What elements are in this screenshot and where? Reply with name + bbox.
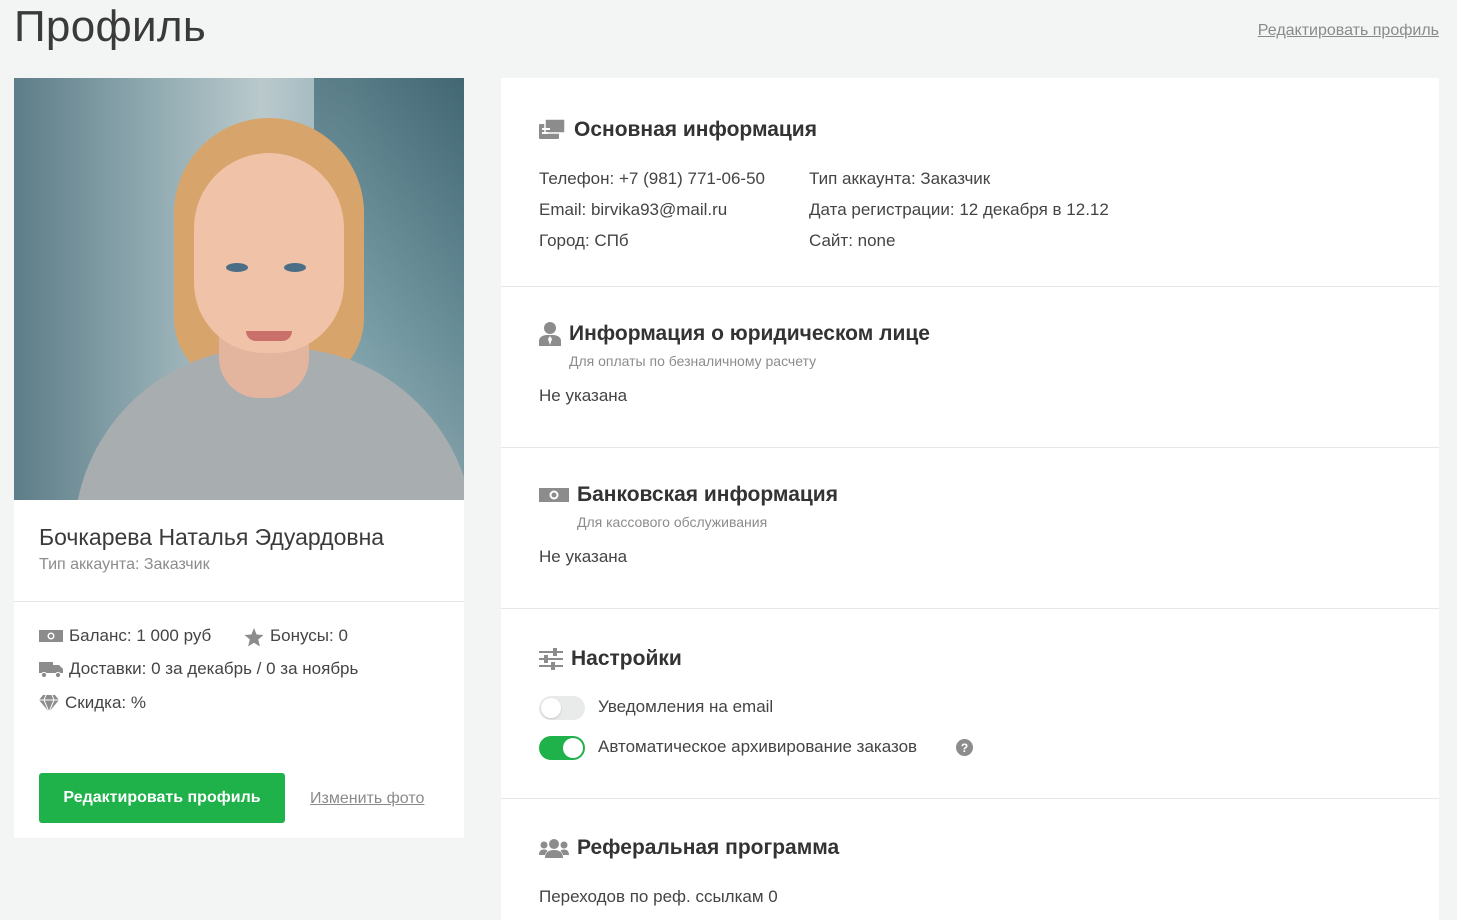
settings-title: Настройки — [539, 647, 682, 671]
sliders-icon — [539, 648, 563, 670]
change-photo-link[interactable]: Изменить фото — [310, 790, 424, 808]
bank-info-subtitle: Для кассового обслуживания — [577, 514, 768, 530]
diamond-icon — [39, 694, 59, 714]
email-notifications-toggle[interactable] — [539, 696, 585, 720]
user-tie-icon — [539, 322, 561, 346]
discount-text: Скидка: % — [65, 693, 146, 712]
profile-account-type: Тип аккаунта: Заказчик — [39, 556, 210, 573]
edit-profile-link[interactable]: Редактировать профиль — [1258, 22, 1439, 40]
legal-info-section: Информация о юридическом лице Для оплаты… — [501, 287, 1439, 448]
registration-date-text: Дата регистрации: 12 декабря в 12.12 — [809, 200, 1109, 219]
referral-section: Реферальная программа Переходов по реф. … — [501, 799, 1439, 920]
money-icon — [539, 486, 569, 504]
profile-name: Бочкарева Наталья Эдуардовна — [39, 524, 385, 550]
profile-details-panel: Основная информация Телефон: +7 (981) 77… — [501, 78, 1439, 920]
legal-info-title: Информация о юридическом лице — [539, 322, 930, 346]
legal-info-title-text: Информация о юридическом лице — [569, 322, 930, 345]
email-notifications-label: Уведомления на email — [598, 697, 774, 716]
bank-info-title-text: Банковская информация — [577, 483, 838, 506]
bank-info-section: Банковская информация Для кассового обсл… — [501, 448, 1439, 609]
bonuses-stat: Бонусы: 0 — [244, 626, 348, 647]
account-type-text: Тип аккаунта: Заказчик — [809, 169, 991, 188]
basic-info-title: Основная информация — [539, 118, 817, 142]
email-text: Email: birvika93@mail.ru — [539, 200, 728, 219]
referral-title: Реферальная программа — [539, 836, 839, 860]
profile-photo — [14, 78, 464, 500]
profile-card: Бочкарева Наталья Эдуардовна Тип аккаунт… — [14, 78, 464, 838]
truck-icon — [39, 661, 63, 679]
divider — [14, 601, 464, 602]
settings-title-text: Настройки — [571, 647, 682, 670]
bonuses-text: Бонусы: 0 — [270, 626, 348, 645]
money-icon — [39, 628, 63, 644]
balance-stat: Баланс: 1 000 руб — [39, 626, 211, 646]
id-card-icon — [539, 119, 566, 141]
legal-info-subtitle: Для оплаты по безналичному расчету — [569, 353, 817, 369]
star-icon — [244, 628, 264, 647]
auto-archive-label: Автоматическое архивирование заказов — [598, 737, 918, 756]
bank-info-value: Не указана — [539, 547, 628, 566]
edit-profile-button[interactable]: Редактировать профиль — [39, 773, 285, 823]
basic-info-title-text: Основная информация — [574, 118, 817, 141]
bank-info-title: Банковская информация — [539, 483, 838, 507]
referral-title-text: Реферальная программа — [577, 836, 840, 859]
deliveries-text: Доставки: 0 за декабрь / 0 за ноябрь — [69, 659, 359, 678]
basic-info-section: Основная информация Телефон: +7 (981) 77… — [501, 78, 1439, 287]
users-icon — [539, 838, 569, 858]
deliveries-stat: Доставки: 0 за декабрь / 0 за ноябрь — [39, 659, 358, 679]
referral-clicks-text: Переходов по реф. ссылкам 0 — [539, 887, 778, 906]
settings-section: Настройки Уведомления на email Автоматич… — [501, 609, 1439, 799]
balance-text: Баланс: 1 000 руб — [69, 626, 212, 645]
city-text: Город: СПб — [539, 231, 629, 250]
legal-info-value: Не указана — [539, 386, 628, 405]
help-icon[interactable]: ? — [956, 739, 973, 756]
discount-stat: Скидка: % — [39, 693, 146, 714]
site-text: Сайт: none — [809, 231, 896, 250]
auto-archive-toggle[interactable] — [539, 736, 585, 760]
phone-text: Телефон: +7 (981) 771-06-50 — [539, 169, 765, 188]
page-title: Профиль — [14, 2, 207, 51]
